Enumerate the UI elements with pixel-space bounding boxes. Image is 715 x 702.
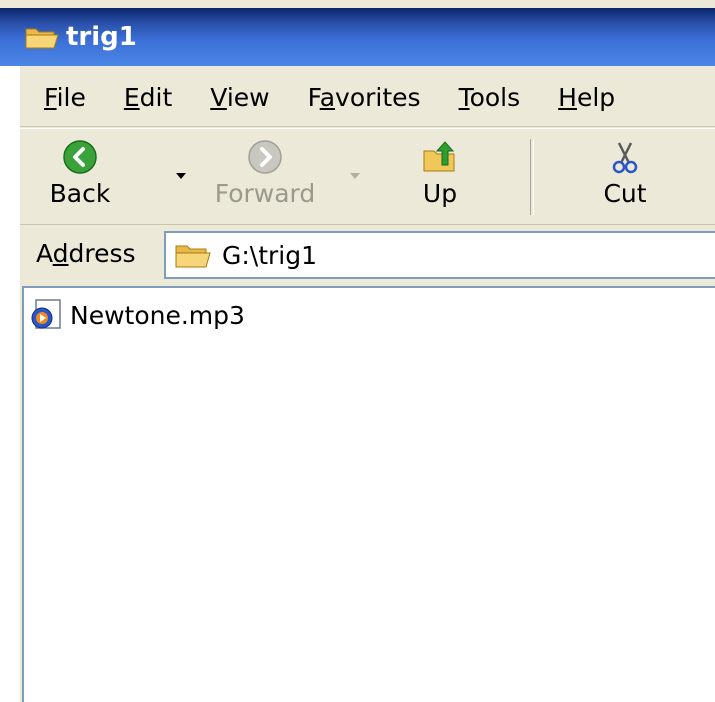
menu-edit[interactable]: Edit (124, 83, 172, 112)
cut-button[interactable]: Cut (590, 129, 660, 224)
address-label: Address (36, 239, 136, 268)
menu-view[interactable]: View (210, 83, 269, 112)
file-list-pane[interactable]: Newtone.mp3 (22, 286, 715, 702)
standard-toolbar: Back Forward Up Cut (20, 128, 715, 224)
window-title: trig1 (66, 22, 137, 52)
back-button[interactable]: Back (34, 129, 126, 224)
up-folder-icon (423, 141, 455, 172)
menu-tools[interactable]: Tools (459, 83, 521, 112)
menu-bar: File Edit View Favorites Tools Help (20, 68, 715, 127)
title-bar[interactable]: trig1 (0, 8, 715, 66)
menu-help[interactable]: Help (558, 83, 615, 112)
toolbar-separator (530, 139, 534, 215)
list-item[interactable]: Newtone.mp3 (30, 298, 245, 332)
folder-icon (175, 245, 211, 268)
up-button[interactable]: Up (400, 129, 480, 224)
forward-arrow-icon (248, 140, 282, 174)
file-name: Newtone.mp3 (70, 300, 245, 330)
menu-file[interactable]: File (44, 83, 86, 112)
scissors-icon (612, 142, 638, 174)
open-folder-icon (25, 28, 59, 49)
address-bar: Address G:\trig1 (20, 224, 715, 283)
forward-dropdown-arrow[interactable] (350, 173, 360, 179)
menu-favorites[interactable]: Favorites (308, 83, 421, 112)
back-arrow-icon (63, 140, 97, 174)
back-dropdown-arrow[interactable] (176, 173, 186, 179)
forward-button[interactable]: Forward (200, 129, 330, 224)
address-input[interactable]: G:\trig1 (164, 231, 715, 279)
address-value: G:\trig1 (222, 240, 318, 270)
explorer-window: trig1 File Edit View Favorites Tools Hel… (0, 0, 715, 702)
window-left-edge (0, 66, 20, 702)
media-file-icon (31, 299, 61, 329)
